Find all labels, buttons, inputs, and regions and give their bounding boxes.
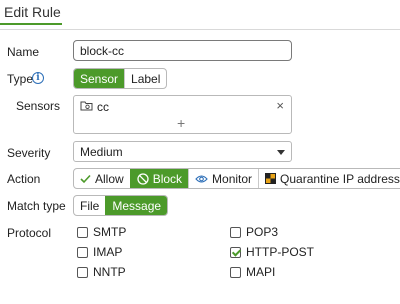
severity-value: Medium: [80, 145, 123, 159]
sensors-field[interactable]: cc × +: [73, 95, 292, 134]
checkbox-box: [230, 226, 241, 238]
action-toggle: Allow Block Monitor Quarantine IP addres…: [73, 168, 400, 189]
add-sensor-plus-icon[interactable]: +: [177, 115, 185, 131]
action-option-allow-label: Allow: [95, 171, 124, 186]
action-label: Action: [7, 172, 41, 186]
checkbox-box: [230, 266, 241, 278]
type-option-sensor[interactable]: Sensor: [74, 69, 125, 88]
checkbox-box: [77, 266, 88, 278]
protocol-http-post-checkbox[interactable]: HTTP-POST: [230, 245, 314, 259]
protocol-imap-checkbox[interactable]: IMAP: [77, 245, 122, 259]
action-option-allow[interactable]: Allow: [74, 169, 130, 188]
protocol-mapi-label: MAPI: [246, 265, 276, 279]
title-underline: [0, 23, 62, 25]
dialog-header: Edit Rule: [0, 0, 400, 30]
type-toggle: Sensor Label: [73, 68, 168, 89]
action-option-quarantine-label: Quarantine IP address: [280, 171, 400, 186]
name-input[interactable]: [73, 40, 292, 61]
protocol-smtp-checkbox[interactable]: SMTP: [77, 225, 126, 239]
sensor-chip-label: cc: [97, 100, 109, 114]
check-icon: [80, 174, 91, 184]
protocol-label: Protocol: [7, 226, 52, 240]
quarantine-icon: [265, 173, 277, 184]
page-title: Edit Rule: [4, 4, 61, 20]
match-type-toggle: File Message: [73, 195, 169, 216]
sensors-label: Sensors: [16, 99, 61, 113]
sensor-folder-icon: [80, 100, 93, 114]
name-label: Name: [7, 45, 40, 59]
protocol-mapi-checkbox[interactable]: MAPI: [230, 265, 275, 279]
severity-select[interactable]: Medium: [73, 141, 292, 162]
match-type-label: Match type: [7, 199, 66, 213]
type-label: Type: [7, 72, 34, 86]
sensor-chip[interactable]: cc: [80, 100, 109, 114]
action-option-monitor-label: Monitor: [212, 171, 253, 186]
type-option-label[interactable]: Label: [124, 69, 166, 88]
checkbox-box: [77, 226, 88, 238]
action-option-block[interactable]: Block: [129, 169, 189, 188]
remove-sensor-close-icon[interactable]: ×: [276, 98, 284, 113]
action-option-block-label: Block: [152, 171, 183, 186]
chevron-down-icon: [277, 150, 285, 155]
severity-label: Severity: [7, 146, 51, 160]
protocol-nntp-checkbox[interactable]: NNTP: [77, 265, 126, 279]
eye-icon: [195, 174, 208, 184]
protocol-pop3-label: POP3: [246, 225, 279, 239]
action-option-monitor[interactable]: Monitor: [188, 169, 258, 188]
match-type-option-message[interactable]: Message: [105, 196, 168, 215]
protocol-pop3-checkbox[interactable]: POP3: [230, 225, 278, 239]
protocol-smtp-label: SMTP: [93, 225, 127, 239]
action-option-quarantine[interactable]: Quarantine IP address: [258, 169, 400, 188]
info-icon[interactable]: i: [32, 72, 44, 84]
match-type-option-file[interactable]: File: [74, 196, 105, 215]
checkbox-box: [77, 246, 88, 258]
protocol-imap-label: IMAP: [93, 245, 123, 259]
checkbox-checked-icon: [230, 246, 241, 258]
protocol-nntp-label: NNTP: [93, 265, 126, 279]
protocol-http-post-label: HTTP-POST: [246, 245, 314, 259]
block-icon: [137, 172, 149, 185]
